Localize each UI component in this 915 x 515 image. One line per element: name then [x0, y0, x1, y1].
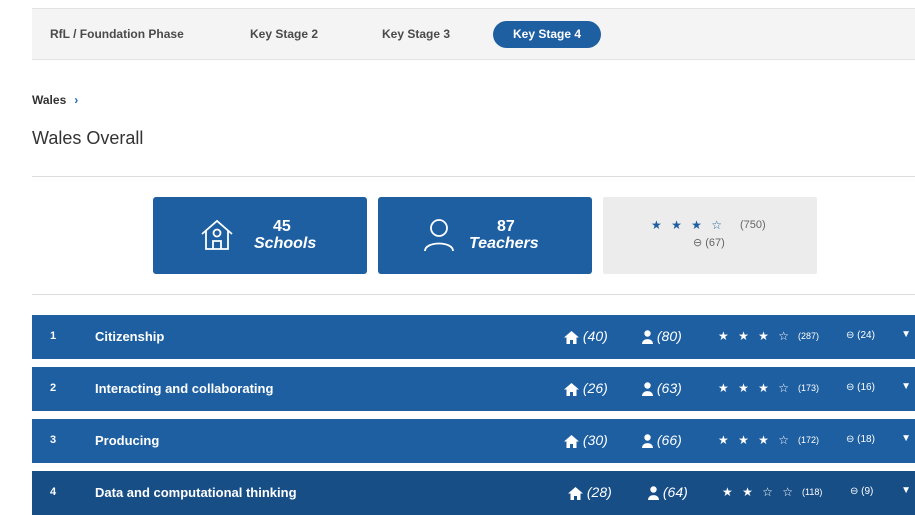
chevron-right-icon: ›: [74, 93, 79, 107]
row-schools-count: (26): [582, 380, 608, 396]
person-icon: [648, 486, 659, 501]
home-icon: [564, 382, 579, 396]
row-title: Data and computational thinking: [95, 485, 297, 500]
row-index: 3: [50, 434, 57, 446]
row-not-rated: ⊖ (9): [850, 486, 874, 497]
star-rating-icon: ★ ★ ★ ☆: [718, 381, 793, 395]
breadcrumb-wales[interactable]: Wales: [32, 93, 66, 107]
strand-row-producing[interactable]: 3 Producing (30) (66) ★ ★ ★ ☆ (172) ⊖ (1…: [32, 419, 915, 463]
row-teachers-count: (80): [656, 328, 682, 344]
row-teachers-count: (66): [656, 432, 682, 448]
star-rating-icon: ★ ★ ★ ☆: [651, 218, 726, 232]
row-schools: (28): [568, 484, 612, 500]
expand-caret-icon[interactable]: ▼: [901, 485, 911, 496]
row-teachers: (80): [642, 328, 682, 345]
divider-top: [32, 176, 915, 177]
row-index: 2: [50, 382, 57, 394]
home-icon: [564, 330, 579, 344]
home-icon: [568, 486, 583, 500]
page-title: Wales Overall: [32, 128, 144, 148]
row-not-rated: ⊖ (18): [846, 434, 875, 445]
row-schools-count: (28): [586, 484, 612, 500]
expand-caret-icon[interactable]: ▼: [901, 433, 911, 444]
star-rating-icon: ★ ★ ★ ☆: [718, 433, 793, 447]
row-rating-count: (173): [798, 383, 820, 393]
star-rating-icon: ★ ★ ★ ☆: [718, 329, 793, 343]
strand-row-interacting[interactable]: 2 Interacting and collaborating (26) (63…: [32, 367, 915, 411]
rating-summary-card: ★ ★ ★ ☆ (750) ⊖ (67): [603, 197, 817, 274]
rating-count: (750): [740, 219, 766, 231]
row-title: Interacting and collaborating: [95, 381, 274, 396]
row-rating-count: (287): [798, 331, 820, 341]
row-schools: (26): [564, 380, 608, 396]
home-icon: [564, 434, 579, 448]
row-teachers-count: (64): [662, 484, 688, 500]
row-rating-count: (118): [802, 487, 823, 497]
teachers-label: Teachers: [469, 235, 539, 252]
not-rated-count: ⊖ (67): [693, 237, 725, 249]
tab-key-stage-2[interactable]: Key Stage 2: [240, 21, 328, 48]
schools-count: 45: [273, 218, 291, 235]
tab-key-stage-3[interactable]: Key Stage 3: [372, 21, 460, 48]
strand-row-data-computational[interactable]: 4 Data and computational thinking (28) (…: [32, 471, 915, 515]
expand-caret-icon[interactable]: ▼: [901, 329, 911, 340]
person-icon: [642, 434, 653, 449]
row-not-rated: ⊖ (24): [846, 330, 875, 341]
row-schools: (40): [564, 328, 608, 344]
row-schools-count: (30): [582, 432, 608, 448]
row-rating-count: (172): [798, 435, 820, 445]
row-teachers: (63): [642, 380, 682, 397]
strand-row-citizenship[interactable]: 1 Citizenship (40) (80) ★ ★ ★ ☆ (287) ⊖ …: [32, 315, 915, 359]
row-index: 4: [50, 486, 57, 498]
expand-caret-icon[interactable]: ▼: [901, 381, 911, 392]
tab-key-stage-4[interactable]: Key Stage 4: [493, 21, 602, 48]
star-rating-icon: ★ ★ ☆ ☆: [722, 485, 797, 499]
row-schools: (30): [564, 432, 608, 448]
schools-summary-card[interactable]: 45 Schools: [153, 197, 367, 274]
teachers-count: 87: [497, 218, 515, 235]
schools-label: Schools: [254, 235, 317, 252]
row-index: 1: [50, 330, 57, 342]
row-title: Producing: [95, 433, 160, 448]
row-teachers: (64): [648, 484, 688, 501]
breadcrumb: Wales ›: [32, 93, 78, 107]
teacher-icon: [422, 217, 456, 253]
person-icon: [642, 330, 653, 345]
row-title: Citizenship: [95, 329, 165, 344]
row-teachers: (66): [642, 432, 682, 449]
tab-rfl-foundation-phase[interactable]: RfL / Foundation Phase: [40, 21, 194, 48]
row-teachers-count: (63): [656, 380, 682, 396]
row-not-rated: ⊖ (16): [846, 382, 875, 393]
divider-middle: [32, 294, 915, 295]
teachers-summary-card[interactable]: 87 Teachers: [378, 197, 592, 274]
row-schools-count: (40): [582, 328, 608, 344]
key-stage-tabbar: RfL / Foundation Phase Key Stage 2 Key S…: [32, 8, 915, 60]
person-icon: [642, 382, 653, 397]
school-icon: [199, 217, 235, 253]
